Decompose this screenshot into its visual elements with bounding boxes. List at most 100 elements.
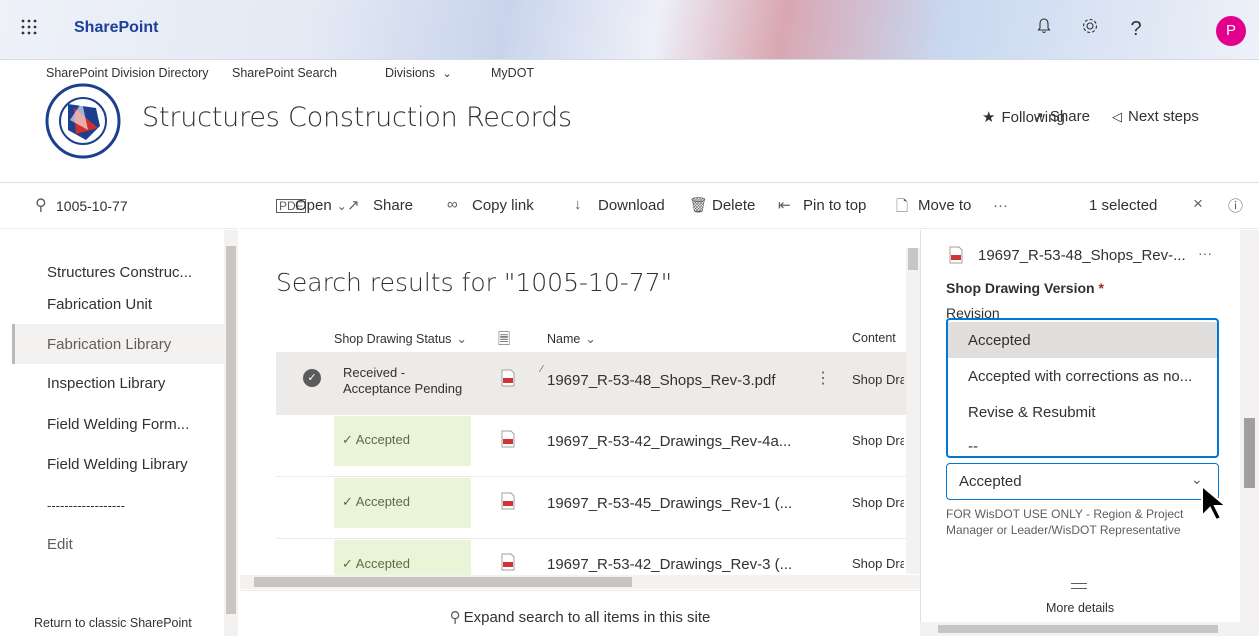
status-badge: ✓ Accepted [334,416,471,466]
status-pending: Received - Acceptance Pending [343,365,463,396]
copy-link-button[interactable]: Copy link [472,197,534,214]
content-type-cell: Shop Dra [852,556,904,571]
status-badge: ✓ Accepted [334,540,471,575]
expand-search-label: Expand search to all items in this site [463,609,711,626]
nav-item-fabrication-library[interactable]: Fabrication Library [47,336,171,353]
help-icon[interactable]: ? [1124,17,1148,41]
more-actions-button[interactable]: ··· [993,197,1008,214]
hub-nav-mydot[interactable]: MyDOT [491,66,534,80]
site-title[interactable]: Structures Construction Records [142,102,572,133]
avatar[interactable]: P [1216,16,1246,46]
chevron-down-icon: ⌄ [442,68,452,80]
pdf-file-icon [500,430,516,453]
nav-item-inspection-library[interactable]: Inspection Library [47,375,165,392]
results-vertical-scrollbar[interactable] [906,248,920,574]
site-share-button[interactable]: ↗ Share [1033,108,1090,125]
download-icon: ↓ [574,196,582,213]
hub-nav-divisions[interactable]: Divisions ⌄ [385,66,452,80]
delete-button[interactable]: Delete [712,197,755,214]
chevron-down-icon: ⌄ [456,332,467,346]
hub-nav-search[interactable]: SharePoint Search [232,66,337,80]
pdf-file-icon [500,369,516,392]
star-icon: ★ [982,109,996,126]
nav-item-field-welding-form[interactable]: Field Welding Form... [47,416,189,433]
hub-nav-divisions-label: Divisions [385,66,436,80]
pin-to-top-button[interactable]: Pin to top [803,197,866,214]
option-revise-resubmit[interactable]: Revise & Resubmit [948,394,1217,430]
info-pane-icon[interactable]: ⓘ [1228,195,1243,216]
waffle-icon[interactable] [18,16,40,38]
row-divider [276,476,906,477]
left-nav-scrollbar[interactable] [224,230,238,636]
content-type-cell: Shop Dra [852,372,904,387]
handle-icon [1071,583,1087,589]
next-steps-icon: ◁ [1112,109,1122,124]
version-select[interactable]: Accepted ⌄ [946,463,1219,500]
results-vscroll-thumb[interactable] [908,248,918,270]
gear-icon[interactable] [1078,17,1102,41]
site-share-label: Share [1049,108,1090,125]
pane-file-name: 19697_R-53-48_Shops_Rev-... [978,247,1186,264]
open-button[interactable]: Open ⌄ [295,197,347,214]
pdf-file-icon [500,553,516,576]
pin-icon: ⇤ [778,197,791,214]
results-horizontal-scrollbar[interactable] [240,575,920,589]
share-button[interactable]: Share [373,197,413,214]
checkmark-icon[interactable]: ✓ [303,369,321,387]
search-icon: ⚲ [449,609,461,626]
share-icon: ↗ [347,197,360,214]
next-steps-button[interactable]: ◁ Next steps [1112,108,1199,125]
left-nav-scroll-thumb[interactable] [226,246,236,614]
pane-hscroll-thumb[interactable] [938,625,1218,633]
option-blank[interactable]: -- [948,428,1217,456]
pane-horizontal-scrollbar[interactable] [920,622,1240,636]
new-item-icon: ∕ [541,364,543,375]
search-box[interactable]: ⚲ 1005-10-77 [0,183,238,229]
search-input[interactable]: 1005-10-77 [56,198,128,214]
file-name-link[interactable]: 19697_R-53-42_Drawings_Rev-4a... [547,433,791,450]
file-name-link[interactable]: 19697_R-53-42_Drawings_Rev-3 (... [547,556,792,573]
select-value: Accepted [959,473,1022,490]
return-classic-link[interactable]: Return to classic SharePoint [34,616,192,630]
move-to-button[interactable]: Move to [918,197,971,214]
chevron-down-icon: ⌄ [585,332,596,346]
column-header-content[interactable]: Content [852,331,896,345]
nav-item-fabrication-unit[interactable]: Fabrication Unit [47,296,152,313]
file-name-link[interactable]: 19697_R-53-45_Drawings_Rev-1 (... [547,495,792,512]
option-accepted[interactable]: Accepted [948,322,1217,358]
clear-selection-icon[interactable]: × [1193,194,1203,214]
pdf-file-icon [500,492,516,515]
file-name-link[interactable]: 19697_R-53-48_Shops_Rev-3.pdf [547,372,776,389]
option-accepted-with-corrections[interactable]: Accepted with corrections as no... [948,358,1217,394]
row-more-icon[interactable]: ⋮ [815,368,831,388]
nav-edit-link[interactable]: Edit [47,536,73,553]
column-header-status[interactable]: Shop Drawing Status ⌄ [334,331,467,346]
pane-vertical-scrollbar[interactable] [1240,230,1259,636]
column-header-name[interactable]: Name ⌄ [547,331,596,346]
open-label: Open [295,197,332,214]
more-details-link[interactable]: More details [1046,601,1114,615]
nav-item-structures[interactable]: Structures Construc... [47,264,192,281]
bell-icon[interactable] [1032,17,1056,41]
pane-more-icon[interactable]: ··· [1198,245,1212,261]
chevron-down-icon: ⌄ [336,199,347,213]
pane-vscroll-thumb[interactable] [1244,418,1255,488]
nav-divider-text: ------------------ [47,498,125,513]
hub-nav-directory[interactable]: SharePoint Division Directory [46,66,209,80]
dropdown-options-list: Accepted Accepted with corrections as no… [946,318,1219,458]
content-type-cell: Shop Dra [852,495,904,510]
trash-icon: 🗑 [689,197,709,214]
field-label-text: Shop Drawing Version [946,280,1095,296]
share-icon: ↗ [1033,109,1044,124]
wisdot-logo[interactable] [44,82,122,160]
required-mark: * [1098,280,1104,296]
download-button[interactable]: Download [598,197,665,214]
expand-search-link[interactable]: ⚲ Expand search to all items in this site [240,590,920,636]
nav-item-field-welding-library[interactable]: Field Welding Library [47,456,188,473]
column-name-label: Name [547,332,581,346]
mouse-cursor-icon [1196,480,1236,524]
app-brand-link[interactable]: SharePoint [74,19,158,37]
next-steps-label: Next steps [1128,108,1199,125]
results-hscroll-thumb[interactable] [254,577,632,587]
search-results-title: Search results for "1005-10-77" [276,268,673,297]
